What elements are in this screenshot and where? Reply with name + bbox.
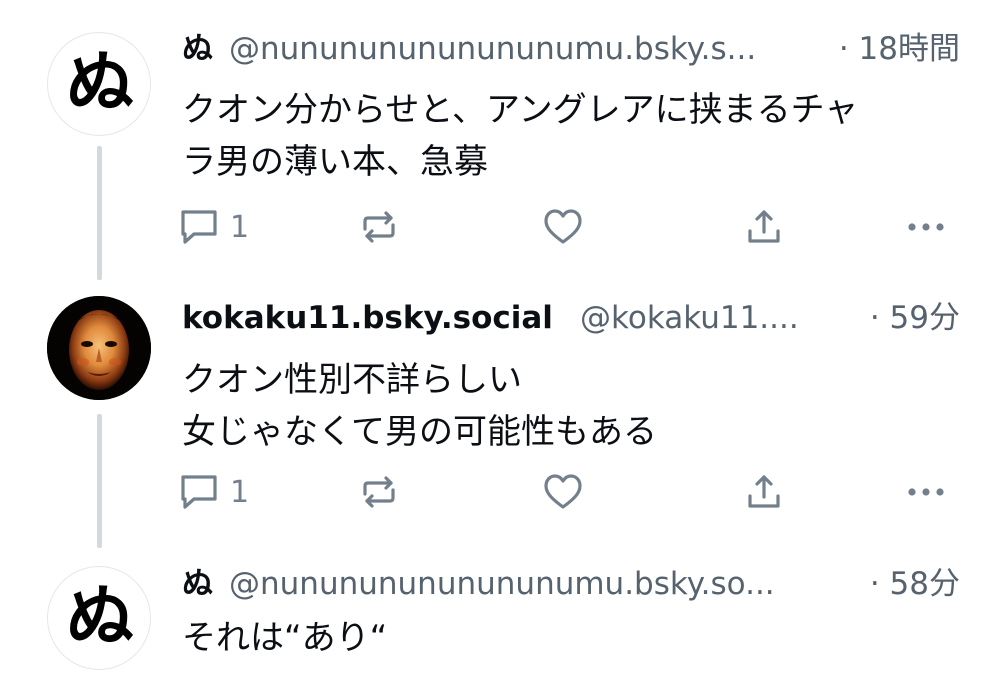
display-name[interactable]: kokaku11.bsky.social [182,296,553,340]
avatar[interactable]: ぬ [47,32,151,136]
share-icon [744,207,784,247]
reply-count: 1 [230,209,250,245]
handle[interactable]: @nunununununununumu.bsky.s... [229,27,756,71]
post-text: それは“あり“ [182,612,972,664]
avatar-glyph: ぬ [65,578,134,657]
reply-button[interactable]: 1 [178,472,249,512]
display-name[interactable]: ぬ [182,562,213,606]
noh-mask-avatar-image [47,296,151,400]
post-text: クオン分からせと、アングレアに挟まるチャ ラ男の薄い本、急募 [182,84,972,188]
post-header: ぬ @nunununununununumu.bsky.s... · 18時間 [182,27,960,71]
reply-count: 1 [230,474,250,510]
reply-icon [178,472,220,512]
like-button[interactable] [542,207,584,247]
repost-button[interactable] [359,207,399,247]
post-text-line: クオン分からせと、アングレアに挟まるチャ [182,90,859,130]
repost-icon [359,207,399,247]
share-button[interactable] [744,472,784,512]
more-icon [904,207,948,247]
post-text-line: ラ男の薄い本、急募 [182,142,488,182]
handle[interactable]: @nunununununununumu.bsky.so... [229,562,775,606]
handle[interactable]: @kokaku11.... [580,296,799,340]
more-button[interactable] [904,472,948,512]
thread-line [97,414,102,548]
avatar-glyph: ぬ [65,44,134,123]
post-header: ぬ @nunununununununumu.bsky.so... · 58分 [182,562,960,606]
avatar[interactable]: ぬ [47,566,151,670]
post-text-line: クオン性別不詳らしい [182,360,522,400]
display-name[interactable]: ぬ [182,27,213,71]
like-button[interactable] [542,472,584,512]
more-button[interactable] [904,207,948,247]
action-bar: 1 [178,207,968,247]
timestamp[interactable]: · 58分 [870,562,960,606]
post-text-line: それは“あり“ [182,618,388,658]
timestamp[interactable]: · 18時間 [839,27,960,71]
share-button[interactable] [744,207,784,247]
like-icon [542,472,584,512]
reply-button[interactable]: 1 [178,207,249,247]
like-icon [542,207,584,247]
repost-icon [359,472,399,512]
repost-button[interactable] [359,472,399,512]
reply-icon [178,207,220,247]
post-text: クオン性別不詳らしい 女じゃなくて男の可能性もある [182,354,972,458]
post-text-line: 女じゃなくて男の可能性もある [182,412,657,452]
action-bar: 1 [178,472,968,512]
share-icon [744,472,784,512]
more-icon [904,472,948,512]
thread-line [97,146,102,280]
post-header: kokaku11.bsky.social @kokaku11.... · 59分 [182,296,960,340]
avatar[interactable] [47,296,151,400]
timestamp[interactable]: · 59分 [870,296,960,340]
